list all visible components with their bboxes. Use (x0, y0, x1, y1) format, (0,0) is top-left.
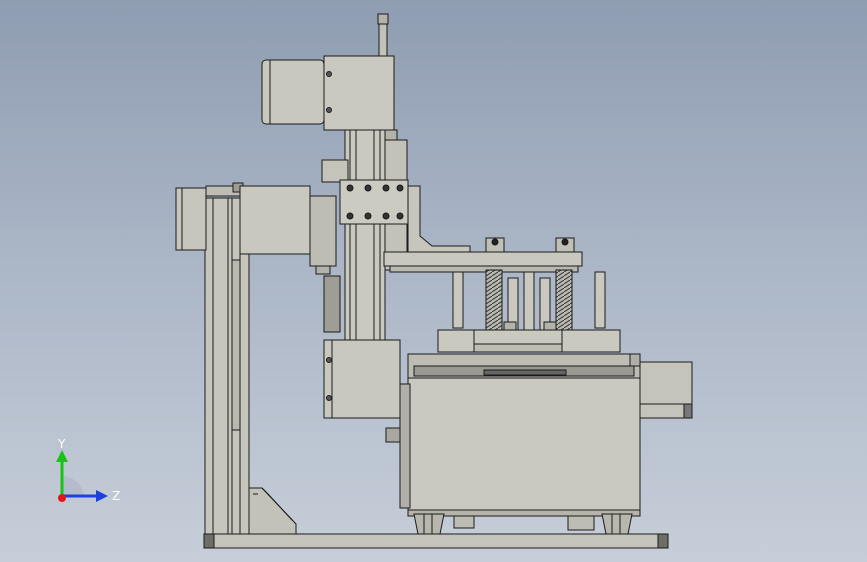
z-axis-label: Z (112, 489, 120, 503)
cad-viewport[interactable]: Y Z (0, 0, 867, 562)
axis-triad-icon: Y Z (56, 437, 120, 503)
gusset-bracket (248, 487, 297, 535)
press-plate (437, 329, 621, 353)
work-table (399, 353, 693, 517)
horizontal-motor (175, 182, 337, 275)
x-axis-dot (58, 494, 66, 502)
top-motor (261, 13, 398, 141)
table-feet (413, 513, 633, 535)
shaft-collars (485, 237, 575, 253)
press-guides (452, 269, 606, 333)
y-axis-label: Y (57, 437, 66, 451)
axis-triad: Y Z (40, 436, 130, 512)
machine-drawing (175, 13, 693, 549)
lower-motor (323, 339, 401, 443)
base-plate (203, 533, 669, 549)
l-bracket (383, 185, 583, 273)
